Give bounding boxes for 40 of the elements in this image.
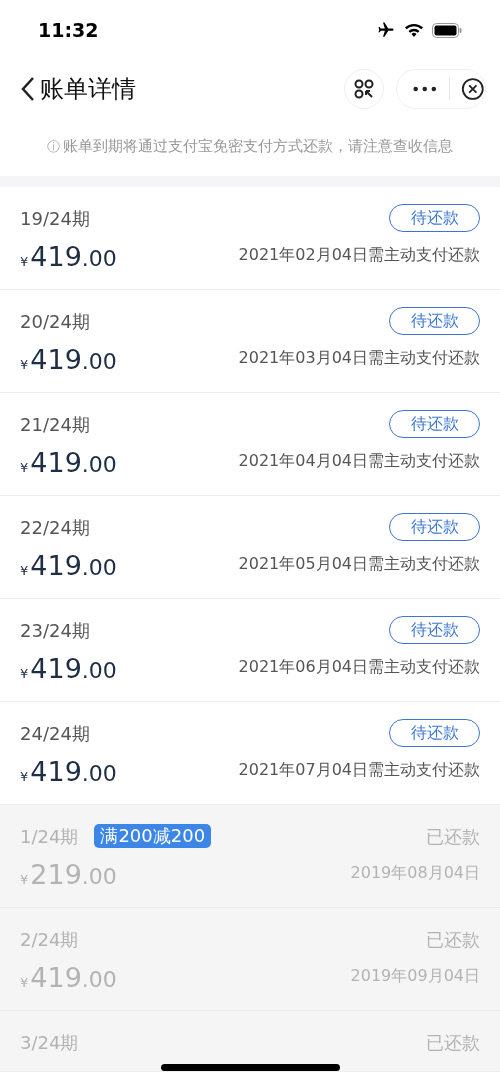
amount: ¥419.00 xyxy=(20,756,117,789)
status-time: 11:32 xyxy=(38,17,99,43)
due-note: 2019年09月04日 xyxy=(350,965,480,987)
amount: ¥419.00 xyxy=(20,550,117,583)
scan-icon xyxy=(353,77,375,100)
period-label: 2/24期 xyxy=(20,927,79,952)
info-icon: ⓘ xyxy=(47,136,60,157)
amount: ¥419.00 xyxy=(20,962,117,995)
due-note: 2021年07月04日需主动支付还款 xyxy=(238,759,480,781)
period-label: 1/24期 xyxy=(20,824,79,849)
due-note: 2019年08月04日 xyxy=(350,862,480,884)
amount: ¥419.00 xyxy=(20,447,117,480)
paid-status: 已还款 xyxy=(426,824,480,849)
amount: ¥419.00 xyxy=(20,241,117,274)
due-note: 2021年03月04日需主动支付还款 xyxy=(238,347,480,369)
amount: ¥419.00 xyxy=(20,344,117,377)
notice-text: 账单到期将通过支付宝免密支付方式还款，请注意查收信息 xyxy=(63,136,453,158)
more-icon[interactable] xyxy=(413,85,437,92)
due-note: 2021年06月04日需主动支付还款 xyxy=(238,656,480,678)
page-title: 账单详情 xyxy=(40,73,136,105)
paid-status: 已还款 xyxy=(426,1030,480,1055)
period-label: 23/24期 xyxy=(20,618,90,643)
amount: ¥219.00 xyxy=(20,859,117,892)
airplane-icon xyxy=(376,21,396,39)
close-icon[interactable] xyxy=(461,75,485,102)
period-label: 19/24期 xyxy=(20,206,90,231)
installment-row[interactable]: 1/24期 满200减200 已还款 ¥219.00 2019年08月04日 xyxy=(0,805,500,908)
discount-tag: 满200减200 xyxy=(94,824,212,848)
battery-icon xyxy=(432,22,462,38)
period-label: 20/24期 xyxy=(20,309,90,334)
due-note: 2021年05月04日需主动支付还款 xyxy=(238,553,480,575)
period-label: 21/24期 xyxy=(20,412,90,437)
paid-status: 已还款 xyxy=(426,927,480,952)
due-note: 2021年04月04日需主动支付还款 xyxy=(238,450,480,472)
due-note: 2021年02月04日需主动支付还款 xyxy=(238,244,480,266)
amount: ¥419.00 xyxy=(20,653,117,686)
period-label: 22/24期 xyxy=(20,515,90,540)
period-label: 3/24期 xyxy=(20,1030,79,1055)
wifi-icon xyxy=(404,22,424,38)
period-label: 24/24期 xyxy=(20,721,90,746)
